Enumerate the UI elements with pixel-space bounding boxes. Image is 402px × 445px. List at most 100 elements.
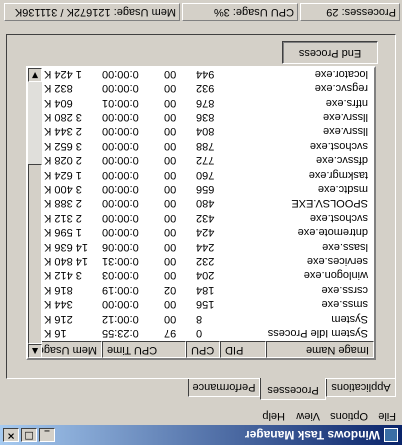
table-row[interactable]: svchost.exe 432 00 0:00:00 2 312 K — [40, 211, 374, 224]
process-cpu: 00 — [164, 139, 177, 152]
process-pid: 656 — [196, 183, 215, 195]
scroll-down-button[interactable]: ▼ — [28, 68, 42, 82]
table-row[interactable]: SPOOLSV.EXE 480 00 0:00:00 2 388 K — [40, 196, 374, 209]
column-cpu-time[interactable]: CPU Time — [102, 341, 186, 358]
maximize-button[interactable]: □ — [21, 428, 37, 442]
table-row[interactable]: llssrv.exe 804 00 0:00:00 2 344 K — [40, 124, 374, 137]
process-cpu-time: 0:00:00 — [102, 298, 139, 311]
process-pid: 760 — [196, 168, 215, 181]
process-name: winlogon.exe — [303, 269, 368, 282]
process-mem-usage: 2 344 K — [44, 125, 82, 138]
process-name: msdtc.exe — [317, 183, 368, 195]
title-bar[interactable]: Windows Task Manager _ □ × — [0, 425, 402, 445]
process-cpu: 97 — [164, 327, 177, 339]
process-mem-usage: 3 400 K — [44, 183, 82, 195]
list-header: Image Name PID CPU CPU Time Mem Usage — [40, 341, 374, 358]
process-mem-usage: 344 K — [44, 298, 73, 311]
process-cpu: 00 — [164, 67, 177, 80]
process-cpu: 00 — [164, 154, 177, 167]
status-cpu-usage: CPU Usage: 3% — [182, 3, 298, 21]
process-cpu: 00 — [164, 226, 177, 239]
window-title: Windows Task Manager — [244, 428, 380, 442]
process-name: lsass.exe — [322, 240, 368, 253]
process-name: locator.exe — [314, 67, 368, 80]
process-name: svchost.exe — [309, 139, 368, 152]
process-cpu: 00 — [164, 298, 177, 311]
table-row[interactable]: csrss.exe 184 02 0:00:19 816 K — [40, 283, 374, 296]
process-cpu-time: 0:00:00 — [102, 183, 139, 195]
process-name: svchost.exe — [309, 211, 368, 224]
tab-processes[interactable]: Processes — [260, 378, 326, 400]
table-row[interactable]: dfssvc.exe 772 00 0:00:00 2 028 K — [40, 153, 374, 166]
process-name: SPOOLSV.EXE — [291, 197, 368, 210]
task-manager-window: Windows Task Manager _ □ × File Options … — [0, 0, 402, 445]
process-mem-usage: 1 596 K — [44, 226, 82, 239]
column-mem-usage[interactable]: Mem Usage — [40, 341, 102, 358]
process-pid: 184 — [196, 283, 215, 296]
process-mem-usage: 3 280 K — [44, 111, 82, 123]
table-row[interactable]: llssrv.exe 836 00 0:00:00 3 280 K — [40, 110, 374, 123]
vertical-scrollbar[interactable]: ▲ ▼ — [28, 68, 42, 358]
minimize-button[interactable]: _ — [39, 428, 55, 442]
column-cpu[interactable]: CPU — [186, 341, 220, 358]
table-row[interactable]: smss.exe 156 00 0:00:00 344 K — [40, 297, 374, 310]
table-row[interactable]: System 8 00 0:00:12 216 K — [40, 312, 374, 325]
menu-file[interactable]: File — [378, 406, 396, 425]
table-row[interactable]: msdtc.exe 656 00 0:00:00 3 400 K — [40, 182, 374, 195]
process-cpu-time: 0:00:00 — [102, 82, 139, 95]
table-row[interactable]: winlogon.exe 204 00 0:00:03 3 412 K — [40, 268, 374, 281]
table-row[interactable]: ntfrs.exe 876 00 0:00:01 604 K — [40, 96, 374, 109]
process-pid: 432 — [196, 211, 215, 224]
process-name: csrss.exe — [321, 283, 368, 296]
process-name: dfssvc.exe — [316, 154, 368, 167]
scroll-thumb[interactable] — [28, 164, 42, 344]
process-mem-usage: 14 636 K — [44, 240, 89, 253]
column-image-name[interactable]: Image Name — [266, 341, 374, 358]
process-name: llssrv.exe — [322, 111, 368, 123]
process-pid: 836 — [196, 111, 215, 123]
process-pid: 156 — [196, 298, 215, 311]
process-cpu: 00 — [164, 197, 177, 210]
table-row[interactable]: regsvc.exe 932 00 0:00:00 832 K — [40, 81, 374, 94]
tab-applications[interactable]: Applications — [326, 379, 396, 397]
table-row[interactable]: svchost.exe 788 00 0:00:00 3 652 K — [40, 139, 374, 152]
process-mem-usage: 2 028 K — [44, 154, 82, 167]
process-pid: 244 — [196, 240, 215, 253]
table-row[interactable]: dntremote.exe 424 00 0:00:00 1 596 K — [40, 225, 374, 238]
process-cpu: 00 — [164, 82, 177, 95]
process-pid: 0 — [196, 327, 203, 339]
close-button[interactable]: × — [3, 428, 19, 442]
process-pid: 232 — [196, 255, 215, 267]
menu-bar: File Options View Help — [0, 406, 402, 425]
status-mem-usage: Mem Usage: 121672K / 311136K — [4, 3, 180, 21]
process-cpu-time: 0:00:01 — [102, 96, 139, 109]
process-cpu-time: 0:00:12 — [102, 312, 139, 325]
process-cpu: 00 — [164, 240, 177, 253]
process-name: smss.exe — [321, 298, 368, 311]
process-cpu-time: 0:00:31 — [102, 255, 139, 267]
process-pid: 804 — [196, 125, 215, 138]
tab-performance[interactable]: Performance — [188, 379, 260, 397]
scroll-up-button[interactable]: ▲ — [28, 344, 42, 358]
process-mem-usage: 14 840 K — [44, 255, 89, 267]
menu-view[interactable]: View — [296, 406, 320, 425]
end-process-button[interactable]: End Process — [282, 41, 378, 64]
table-row[interactable]: locator.exe 944 00 0:00:00 1 424 K — [40, 67, 374, 80]
table-row[interactable]: taskmgr.exe 760 00 0:00:00 1 624 K — [40, 168, 374, 181]
menu-options[interactable]: Options — [330, 406, 368, 425]
process-cpu-time: 0:00:00 — [102, 139, 139, 152]
table-row[interactable]: services.exe 232 00 0:00:31 14 840 K — [40, 254, 374, 267]
process-cpu: 00 — [164, 125, 177, 138]
column-pid[interactable]: PID — [220, 341, 266, 358]
process-mem-usage: 3 412 K — [44, 269, 82, 282]
menu-help[interactable]: Help — [262, 406, 285, 425]
process-mem-usage: 832 K — [44, 82, 73, 95]
table-row[interactable]: lsass.exe 244 00 0:00:06 14 636 K — [40, 240, 374, 253]
process-cpu: 00 — [164, 211, 177, 224]
process-mem-usage: 1 424 K — [44, 67, 82, 80]
process-cpu: 00 — [164, 168, 177, 181]
process-cpu-time: 0:00:19 — [102, 283, 139, 296]
process-list[interactable]: Image Name PID CPU CPU Time Mem Usage Sy… — [26, 66, 376, 360]
process-cpu: 00 — [164, 269, 177, 282]
table-row[interactable]: System Idle Process 0 97 0:23:55 16 K — [40, 326, 374, 339]
